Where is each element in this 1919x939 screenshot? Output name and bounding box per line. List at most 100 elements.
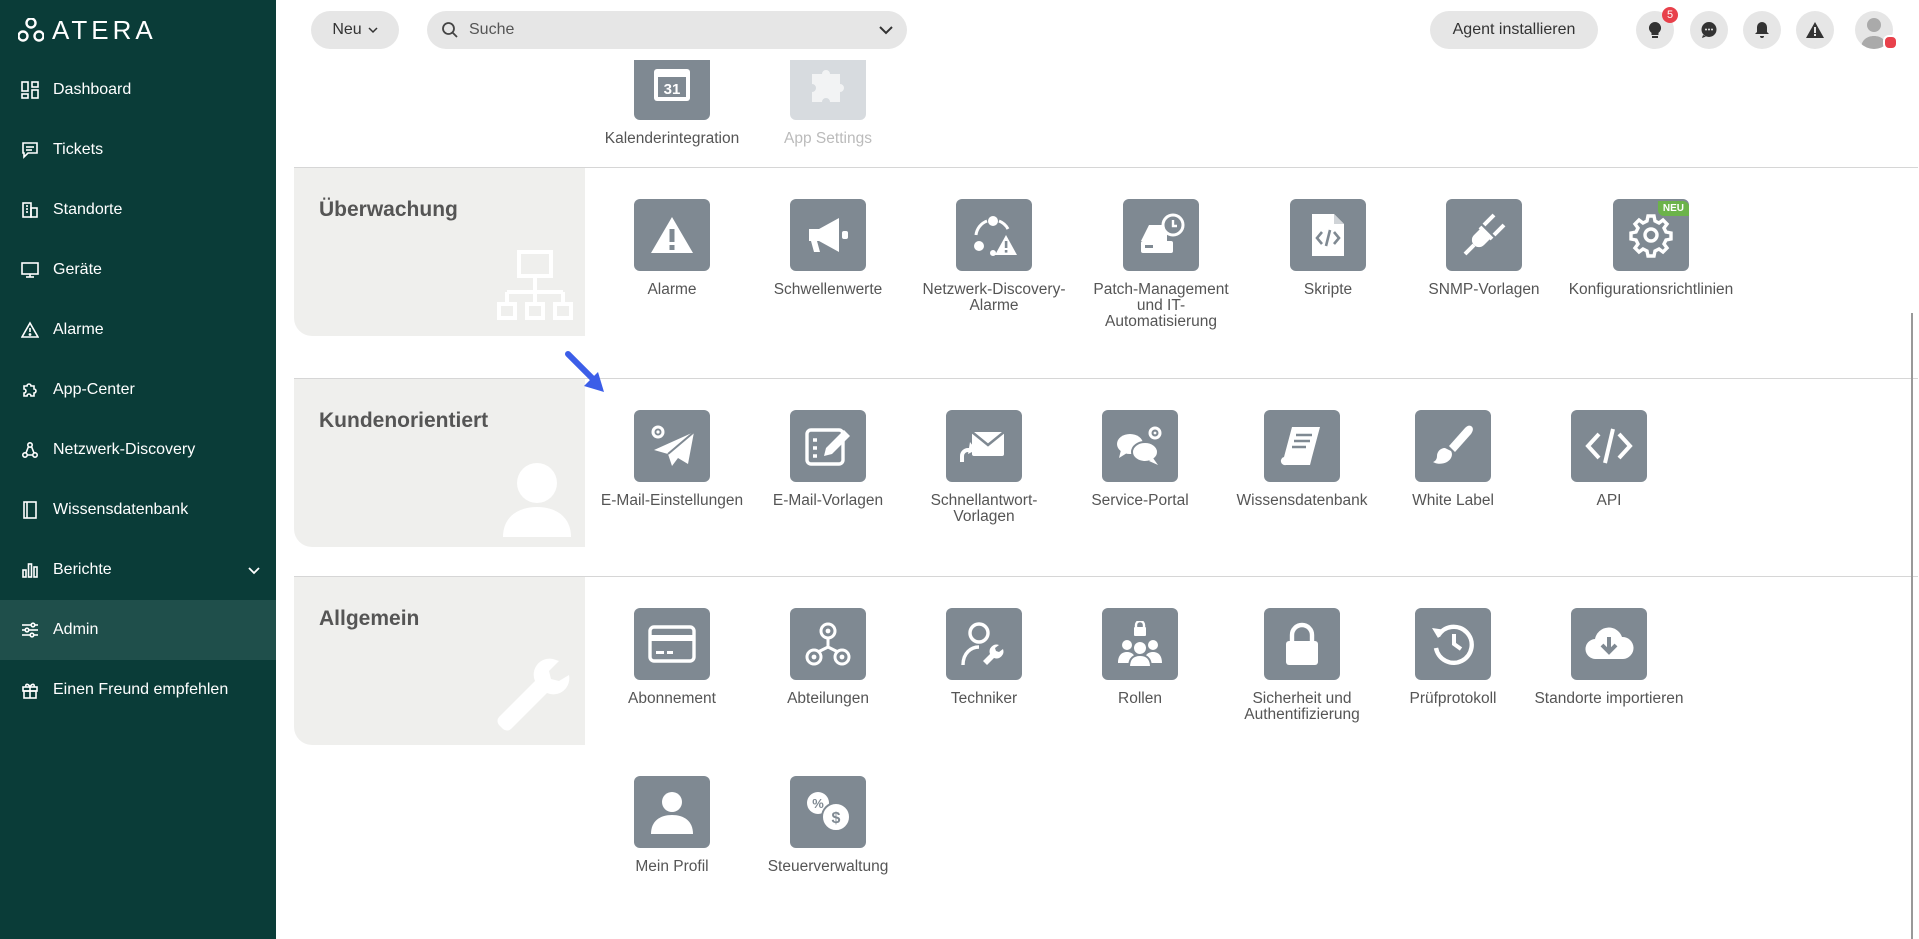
tile-label: Patch-Management und IT-Automatisierung [1093, 281, 1229, 330]
tile-icon-box [1446, 199, 1522, 271]
chevron-down-icon[interactable] [248, 562, 260, 580]
alerts-button[interactable] [1796, 11, 1834, 49]
tile-wissensdatenbank[interactable]: Wissensdatenbank [1222, 410, 1382, 509]
tile-e-mail-einstellungen[interactable]: E-Mail-Einstellungen [597, 410, 747, 509]
tile-patch-management[interactable]: Patch-Management und IT-Automatisierung [1086, 199, 1236, 330]
lock-icon [1286, 622, 1318, 665]
topbar: Neu Agent installieren 5 [276, 0, 1919, 60]
sidebar-item-dashboard[interactable]: Dashboard [0, 60, 276, 120]
logo[interactable]: ATERA [18, 15, 157, 45]
monitor-icon [20, 260, 40, 280]
tile-schwellenwerte[interactable]: Schwellenwerte [753, 199, 903, 298]
section-title: Kundenorientiert [319, 409, 489, 432]
tile-label: E-Mail-Vorlagen [772, 492, 884, 509]
tile-steuerverwaltung[interactable]: % $ Steuerverwaltung [753, 776, 903, 875]
tile-icon-box [634, 410, 710, 482]
tile-api[interactable]: API [1534, 410, 1684, 509]
tile-icon-box [790, 410, 866, 482]
tile-label: Abteilungen [787, 690, 869, 707]
sidebar-item-label: App-Center [53, 381, 135, 398]
tips-button[interactable]: 5 [1636, 7, 1678, 49]
tile-pruefprotokoll[interactable]: Prüfprotokoll [1378, 608, 1528, 707]
ticket-icon [20, 140, 40, 160]
sidebar-item-wissensdatenbank[interactable]: Wissensdatenbank [0, 480, 276, 540]
new-button[interactable]: Neu [311, 11, 399, 49]
tile-icon-box [1102, 608, 1178, 680]
mail-template-icon [805, 428, 850, 466]
tile-skripte[interactable]: Skripte [1253, 199, 1403, 298]
tile-abteilungen[interactable]: Abteilungen [753, 608, 903, 707]
quick-reply-icon [960, 430, 1005, 462]
tile-label: Service-Portal [1091, 492, 1189, 509]
section-panel-customer: Kundenorientiert [294, 379, 585, 547]
mail-settings-icon [651, 425, 695, 466]
sidebar-item-alarme[interactable]: Alarme [0, 300, 276, 360]
sidebar-item-standorte[interactable]: Standorte [0, 180, 276, 240]
svg-text:$: $ [832, 810, 841, 827]
tile-label: API [1596, 492, 1622, 509]
tile-app-settings[interactable]: App Settings [753, 60, 903, 147]
tile-white-label[interactable]: White Label [1378, 410, 1528, 509]
tile-sicherheit-authentifizierung[interactable]: Sicherheit und Authentifizierung [1222, 608, 1382, 723]
tile-icon-box [790, 608, 866, 680]
sidebar-item-geraete[interactable]: Geräte [0, 240, 276, 300]
tile-label: Prüfprotokoll [1409, 690, 1497, 707]
tile-label: White Label [1412, 492, 1494, 509]
tile-abonnement[interactable]: Abonnement [597, 608, 747, 707]
sidebar-item-netzwerk-discovery[interactable]: Netzwerk-Discovery [0, 420, 276, 480]
tile-icon-box [1571, 410, 1647, 482]
sidebar-item-berichte[interactable]: Berichte [0, 540, 276, 600]
gear-icon [1629, 214, 1673, 258]
roles-icon [1118, 621, 1162, 667]
tile-standorte-importieren[interactable]: Standorte importieren [1534, 608, 1684, 707]
tile-icon-box [946, 410, 1022, 482]
tile-icon-box [634, 608, 710, 680]
tips-badge: 5 [1662, 7, 1678, 23]
sidebar-item-tickets[interactable]: Tickets [0, 120, 276, 180]
chart-icon [20, 560, 40, 580]
tile-alarme[interactable]: Alarme [597, 199, 747, 298]
section-title: Überwachung [319, 198, 458, 221]
tile-icon-box [956, 199, 1032, 271]
sidebar-item-label: Admin [53, 621, 99, 638]
history-icon [1432, 624, 1474, 665]
sidebar-item-label: Standorte [53, 201, 123, 218]
warning-icon [20, 320, 40, 340]
tile-label: Standorte importieren [1534, 690, 1684, 707]
tile-rollen[interactable]: Rollen [1065, 608, 1215, 707]
new-button-label: Neu [332, 21, 362, 38]
tile-konfigurationsrichtlinien[interactable]: NEU Konfigurationsrichtlinien [1566, 199, 1736, 298]
tile-icon-box [1123, 199, 1199, 271]
tile-icon-box [1264, 608, 1340, 680]
tile-kalenderintegration[interactable]: 31 Kalenderintegration [597, 60, 747, 147]
sidebar-item-admin[interactable]: Admin [0, 600, 276, 660]
technician-icon [961, 622, 1004, 666]
tile-label: SNMP-Vorlagen [1428, 281, 1540, 298]
chat-gear-icon [1117, 426, 1162, 465]
tile-techniker[interactable]: Techniker [909, 608, 1059, 707]
sidebar-item-einen-freund-empfehlen[interactable]: Einen Freund empfehlen [0, 660, 276, 720]
book-icon [20, 500, 40, 520]
tile-service-portal[interactable]: Service-Portal [1065, 410, 1215, 509]
search-icon [442, 22, 458, 38]
tile-icon-box: % $ [790, 776, 866, 848]
section-title: Allgemein [319, 607, 420, 630]
megaphone-icon [809, 218, 848, 252]
tile-snmp-vorlagen[interactable]: SNMP-Vorlagen [1409, 199, 1559, 298]
scrollbar[interactable] [1911, 313, 1913, 939]
install-agent-button[interactable]: Agent installieren [1430, 11, 1598, 49]
search-input[interactable] [467, 20, 879, 40]
network-diagram-icon [497, 250, 573, 320]
warning-icon [1806, 22, 1824, 38]
search-bar[interactable] [427, 11, 907, 49]
tile-schnellantwort-vorlagen[interactable]: Schnellantwort-Vorlagen [909, 410, 1059, 525]
tile-mein-profil[interactable]: Mein Profil [597, 776, 747, 875]
tile-e-mail-vorlagen[interactable]: E-Mail-Vorlagen [753, 410, 903, 509]
sidebar-item-app-center[interactable]: App-Center [0, 360, 276, 420]
sidebar-item-label: Netzwerk-Discovery [53, 441, 196, 458]
sidebar-item-label: Einen Freund empfehlen [53, 681, 229, 698]
tile-netzwerk-discovery-alarme[interactable]: Netzwerk-Discovery-Alarme [919, 199, 1069, 314]
chat-button[interactable] [1690, 11, 1728, 49]
chevron-down-icon[interactable] [879, 25, 893, 35]
notifications-button[interactable] [1743, 11, 1781, 49]
